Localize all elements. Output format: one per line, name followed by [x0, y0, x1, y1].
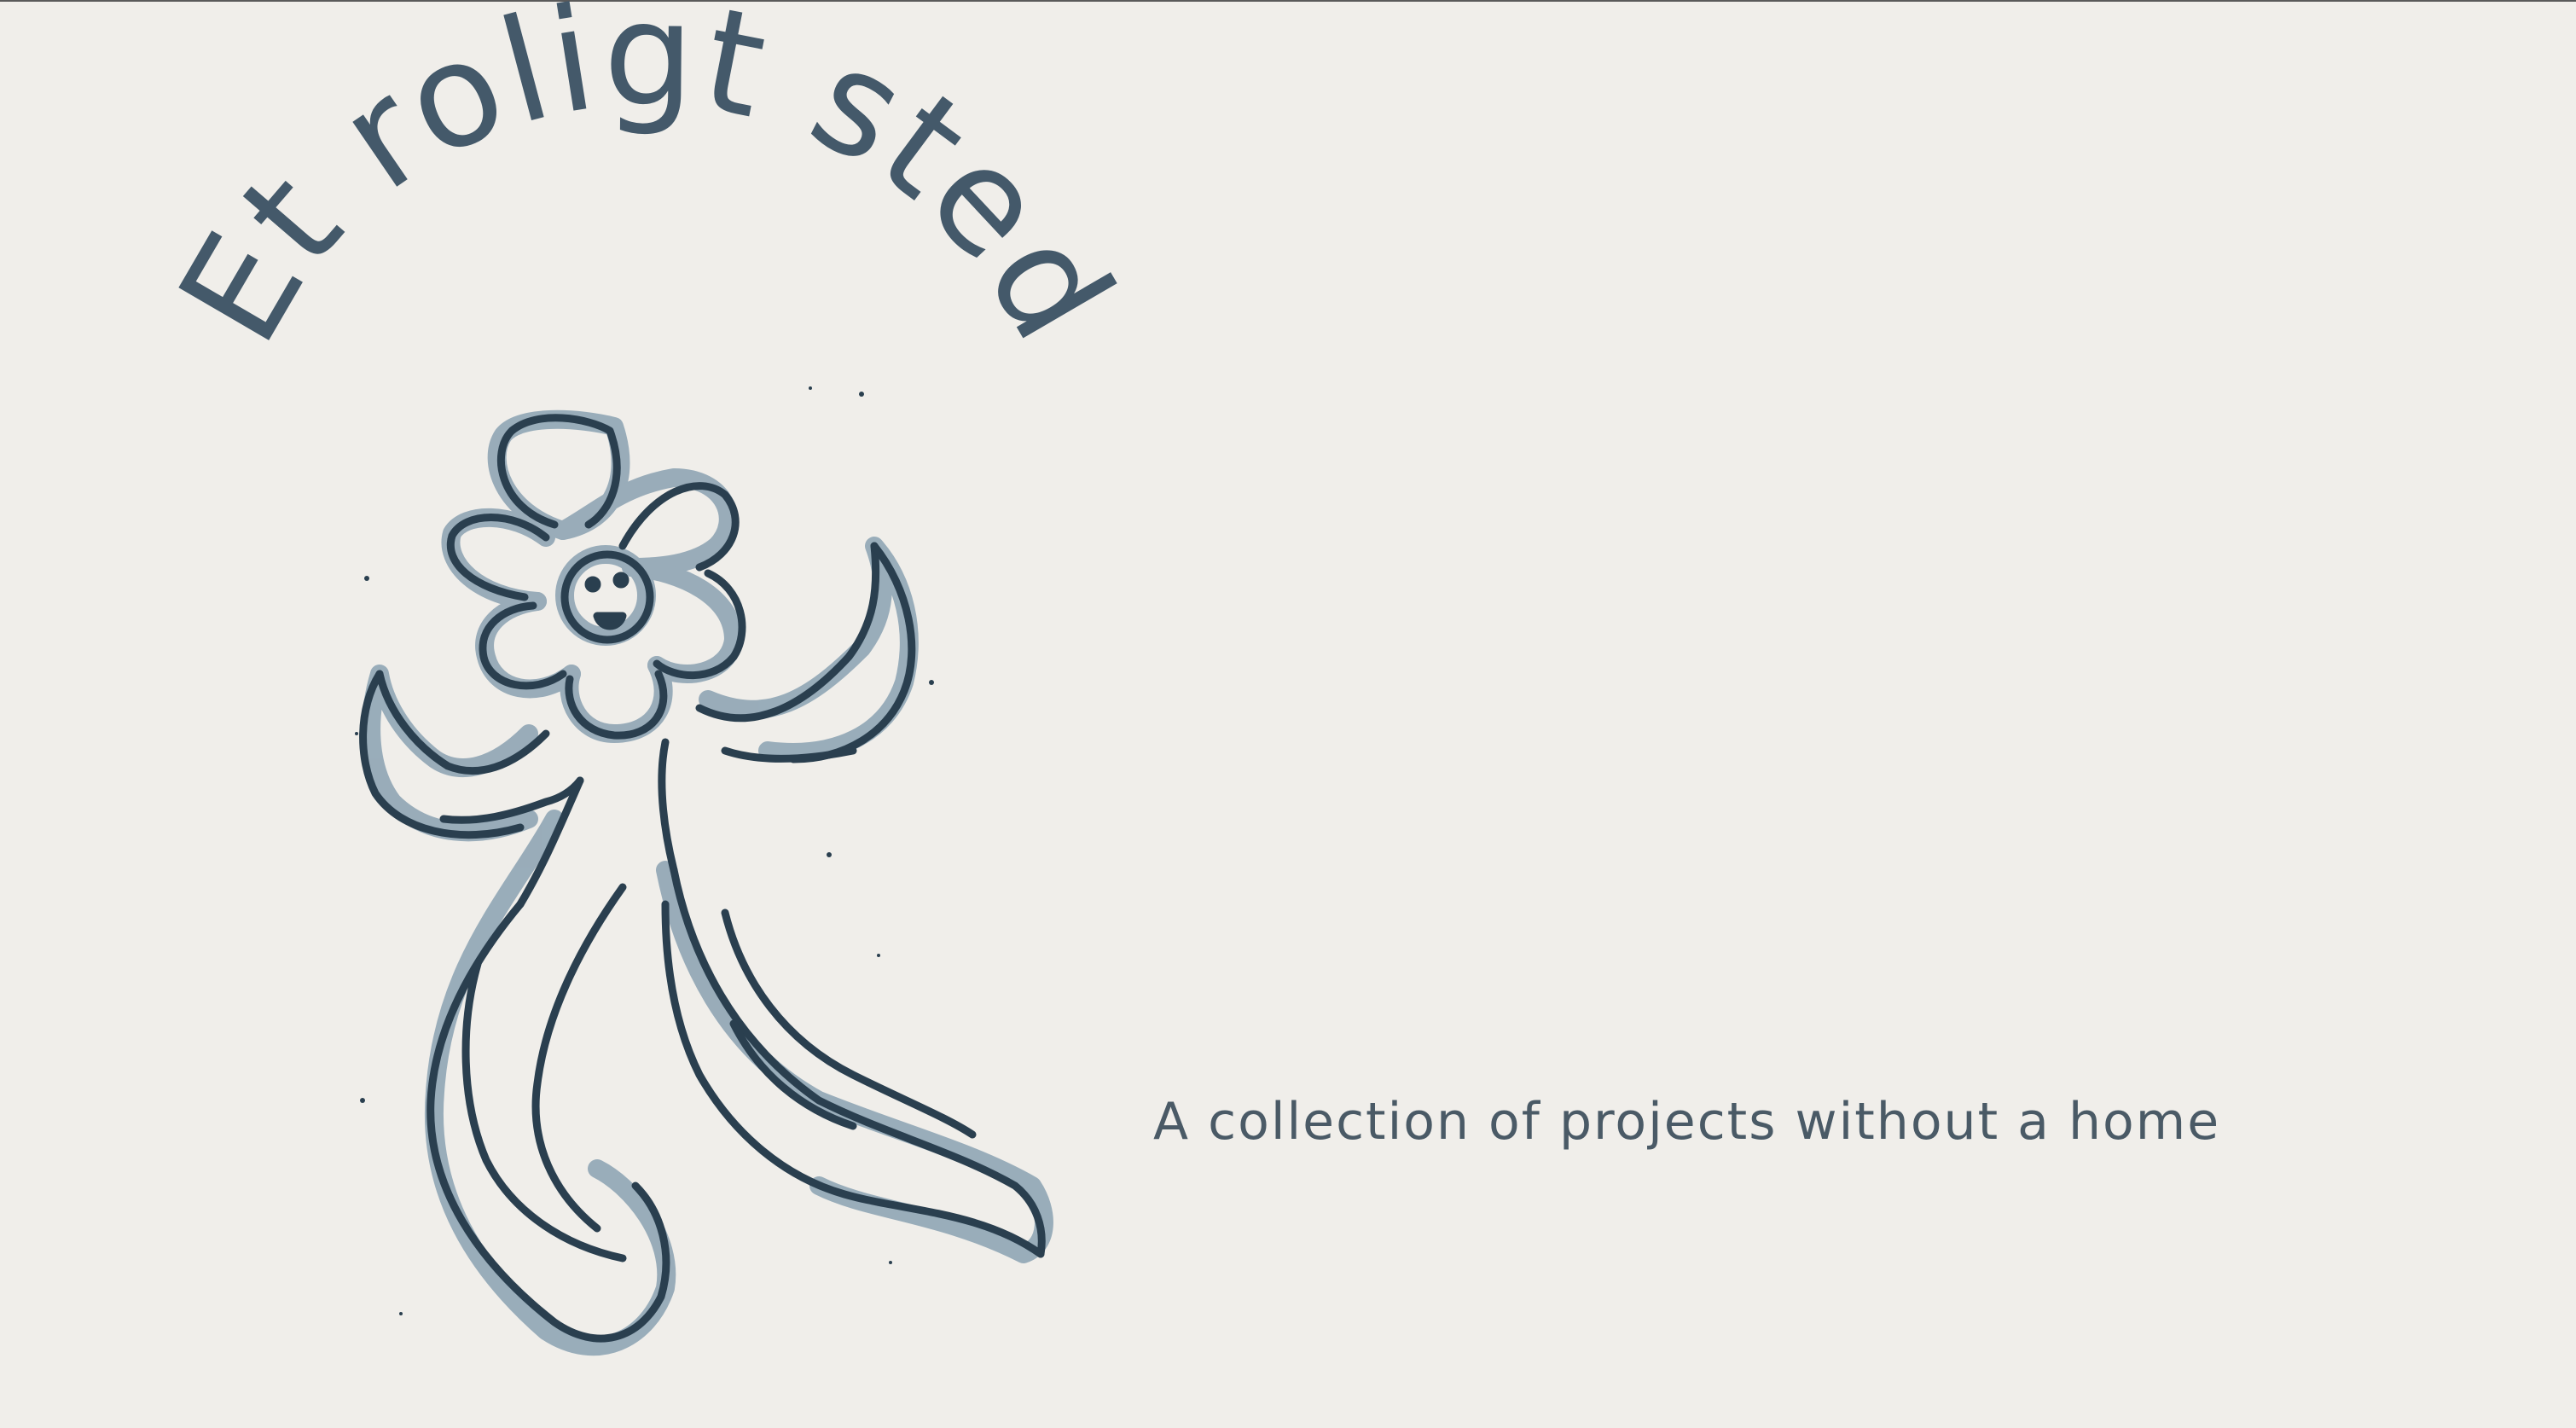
- site-tagline: A collection of projects without a home: [1153, 1092, 2221, 1152]
- site-title: Et roligt sted: [147, 0, 1146, 369]
- hero-artwork: Et roligt sted: [147, 0, 1146, 1356]
- dancing-flower-figure-icon: [355, 386, 1053, 1356]
